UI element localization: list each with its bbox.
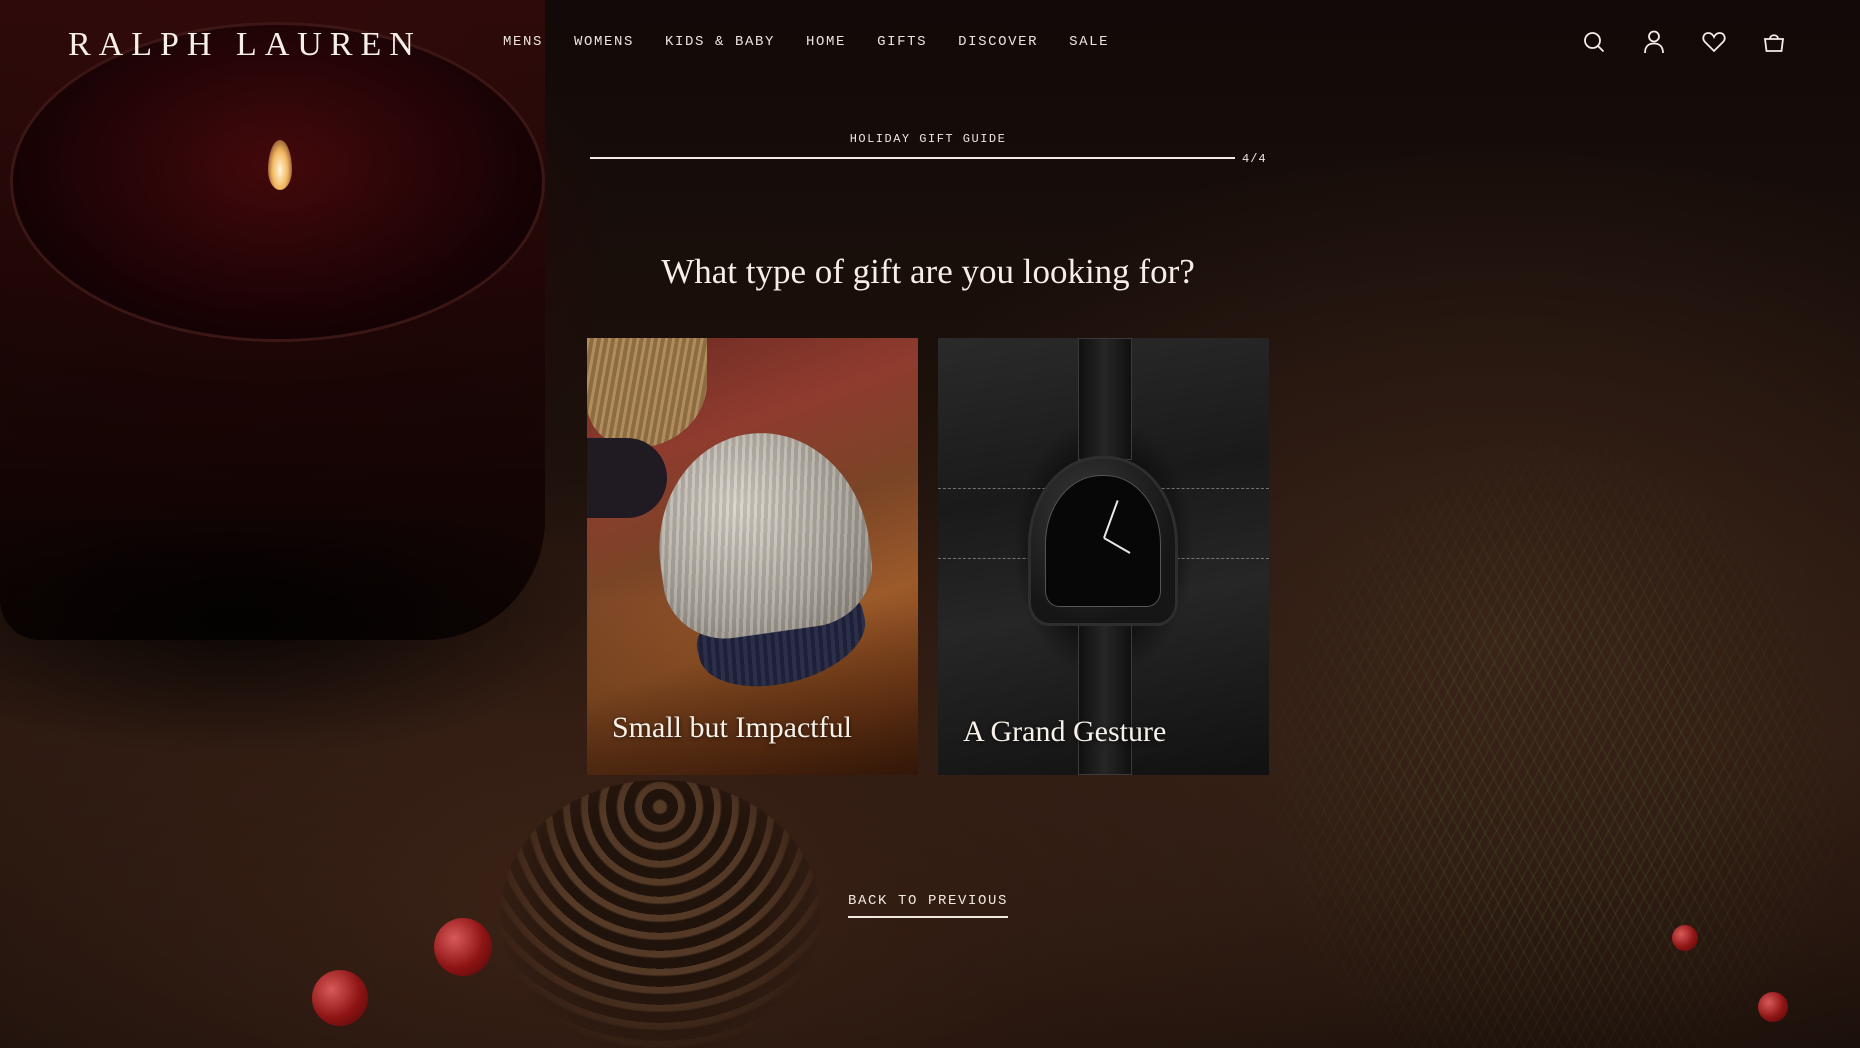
watch-dial: [1045, 475, 1161, 607]
nav-item-mens[interactable]: MENS: [503, 34, 543, 50]
site-header: RALPH LAUREN MENS WOMENS KIDS & BABY HOM…: [0, 0, 1860, 90]
nav-item-home[interactable]: HOME: [806, 34, 846, 50]
gift-guide-eyebrow: HOLIDAY GIFT GUIDE: [849, 132, 1007, 146]
background-shadow: [0, 520, 600, 760]
wishlist-heart-icon[interactable]: [1702, 30, 1726, 54]
background-pine-cone: [500, 780, 820, 1048]
background-berry: [1758, 992, 1788, 1022]
option-card-a-grand-gesture[interactable]: A Grand Gesture: [938, 338, 1269, 775]
watch-hand: [1103, 500, 1119, 539]
watch-strap-bottom: [1078, 620, 1132, 775]
search-icon[interactable]: [1582, 30, 1606, 54]
beanie-dark-image: [587, 438, 667, 518]
option-card-title: A Grand Gesture: [963, 715, 1167, 748]
quiz-question: What type of gift are you looking for?: [661, 252, 1195, 291]
quiz-progress-bar: [590, 157, 1235, 159]
background-berry: [312, 970, 368, 1026]
main-nav: MENS WOMENS KIDS & BABY HOME GIFTS DISCO…: [503, 34, 1140, 50]
background-berry: [434, 918, 492, 976]
shopping-bag-icon[interactable]: [1762, 30, 1786, 54]
nav-item-discover[interactable]: DISCOVER: [958, 34, 1038, 50]
background-berry: [1672, 925, 1698, 951]
option-card-title: Small but Impactful: [612, 711, 852, 744]
option-card-small-but-impactful[interactable]: Small but Impactful: [587, 338, 918, 775]
nav-item-womens[interactable]: WOMENS: [574, 34, 634, 50]
watch-image: [1028, 456, 1178, 626]
beanie-tan-image: [587, 338, 707, 448]
watch-hand: [1103, 537, 1131, 554]
brand-logo[interactable]: RALPH LAUREN: [68, 26, 422, 64]
quiz-progress-count: 4/4: [1242, 152, 1267, 166]
nav-item-gifts[interactable]: GIFTS: [877, 34, 927, 50]
watch-strap-top: [1078, 338, 1132, 460]
back-to-previous-link[interactable]: BACK TO PREVIOUS: [848, 893, 1009, 918]
account-icon[interactable]: [1642, 30, 1666, 54]
nav-item-sale[interactable]: SALE: [1069, 34, 1109, 50]
nav-item-kids-baby[interactable]: KIDS & BABY: [665, 34, 775, 50]
background-pine-branch: [1250, 430, 1860, 1048]
quiz-progress-fill: [590, 157, 1235, 159]
header-icons: [1582, 30, 1822, 54]
beanie-gray-image: [644, 419, 880, 647]
